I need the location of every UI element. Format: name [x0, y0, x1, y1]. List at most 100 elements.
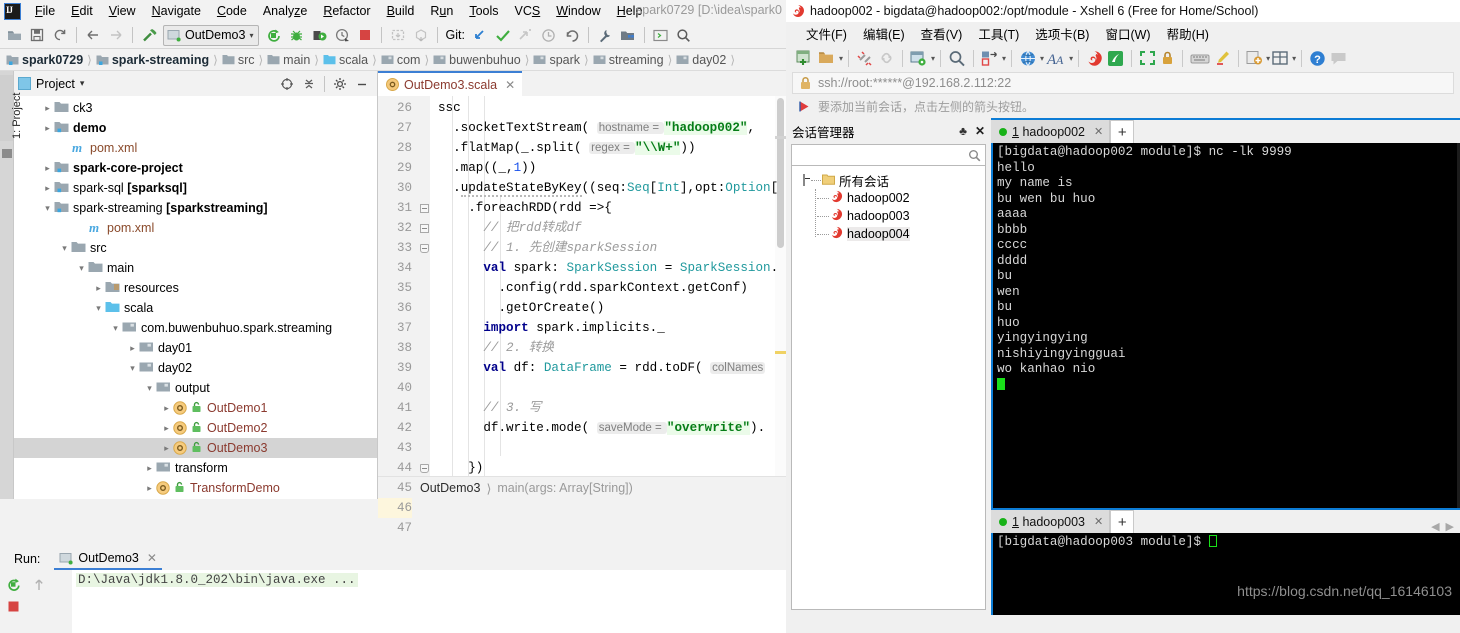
- globe-icon[interactable]: [1017, 46, 1039, 70]
- gutter-line-number[interactable]: 38: [378, 338, 412, 358]
- code-line[interactable]: // 1. 先创建sparkSession: [430, 238, 786, 258]
- tree-row-pom-xml[interactable]: m pom.xml: [14, 138, 377, 158]
- keyboard-icon[interactable]: [1188, 46, 1212, 70]
- tree-row-spark-core-project[interactable]: ▸ spark-core-project: [14, 158, 377, 178]
- code-line[interactable]: }): [430, 458, 786, 476]
- gutter-line-number[interactable]: 42: [378, 418, 412, 438]
- chevron-down-icon[interactable]: ▾: [839, 54, 843, 63]
- xftp-icon[interactable]: [1105, 46, 1126, 70]
- gutter-line-number[interactable]: 45: [378, 478, 412, 498]
- search-icon[interactable]: [673, 24, 695, 46]
- code-line[interactable]: .getOrCreate(): [430, 298, 786, 318]
- tree-row-scala[interactable]: ▾ scala: [14, 298, 377, 318]
- menu-view[interactable]: View: [101, 2, 144, 20]
- wrench-icon[interactable]: [594, 24, 616, 46]
- session-item-hadoop003[interactable]: hadoop003: [798, 207, 985, 225]
- chat-icon[interactable]: [1328, 46, 1349, 70]
- menu-window[interactable]: Window: [548, 2, 608, 20]
- menu-vcs[interactable]: VCS: [507, 2, 549, 20]
- editor-fold-column[interactable]: [418, 96, 430, 476]
- run-icon[interactable]: [262, 24, 284, 46]
- xshell-menu-tabs[interactable]: 选项卡(B): [1027, 22, 1097, 45]
- plus-icon[interactable]: +: [1110, 120, 1135, 143]
- menu-edit[interactable]: Edit: [63, 2, 101, 20]
- commit-icon[interactable]: [410, 24, 432, 46]
- code-line[interactable]: import spark.implicits._: [430, 318, 786, 338]
- chevron-left-icon[interactable]: ◀: [1431, 520, 1439, 533]
- session-search-input[interactable]: [791, 144, 986, 166]
- rerun-icon[interactable]: [0, 573, 26, 595]
- breadcrumb-item-day02[interactable]: day02: [674, 53, 728, 67]
- terminal-output-top[interactable]: [bigdata@hadoop002 module]$ nc -lk 9999 h…: [991, 143, 1460, 508]
- history-clock-icon[interactable]: [538, 24, 560, 46]
- fold-marker-icon[interactable]: [419, 223, 429, 233]
- chevron-down-icon[interactable]: ▾: [92, 303, 105, 314]
- bottom-breadcrumb-method[interactable]: main(args: Array[String]): [497, 481, 632, 495]
- chevron-right-icon[interactable]: ▶: [1446, 520, 1454, 533]
- xshell-menu-tools[interactable]: 工具(T): [970, 22, 1027, 45]
- profile-clock-icon[interactable]: [331, 24, 353, 46]
- tree-row-main[interactable]: ▾ main: [14, 258, 377, 278]
- scroll-from-source-icon[interactable]: [276, 73, 298, 95]
- tree-row-outdemo1[interactable]: ▸ OutDemo1: [14, 398, 377, 418]
- highlight-pen-icon[interactable]: [1212, 46, 1233, 70]
- close-icon[interactable]: ✕: [975, 124, 985, 138]
- gutter-line-number[interactable]: 26: [378, 98, 412, 118]
- xshell-menu-edit[interactable]: 编辑(E): [855, 22, 913, 45]
- xshell-menu-file[interactable]: 文件(F): [798, 22, 855, 45]
- chevron-right-icon[interactable]: ▸: [143, 483, 156, 494]
- structure-tool-icon[interactable]: [2, 149, 12, 158]
- code-line[interactable]: ssc: [430, 98, 786, 118]
- new-tab-icon[interactable]: [1244, 46, 1265, 70]
- chevron-right-icon[interactable]: ▸: [160, 443, 173, 454]
- tree-row-resources[interactable]: ▸ resources: [14, 278, 377, 298]
- close-icon[interactable]: ✕: [1094, 515, 1103, 528]
- gutter-line-number[interactable]: 35: [378, 278, 412, 298]
- xshell-address-bar[interactable]: ssh://root:******@192.168.2.112:22: [792, 72, 1454, 94]
- menu-file[interactable]: File: [27, 2, 63, 20]
- hammer-icon[interactable]: [138, 24, 160, 46]
- stop-square-icon[interactable]: [354, 24, 376, 46]
- gear-icon[interactable]: [329, 73, 351, 95]
- chevron-right-icon[interactable]: ▸: [41, 183, 54, 194]
- link-icon[interactable]: [876, 46, 897, 70]
- gutter-line-number[interactable]: 29: [378, 158, 412, 178]
- code-line[interactable]: [430, 378, 786, 398]
- tree-row-outdemo2[interactable]: ▸ OutDemo2: [14, 418, 377, 438]
- tree-row-spark-streaming-sparkstreaming-[interactable]: ▾ spark-streaming [sparkstreaming]: [14, 198, 377, 218]
- chevron-down-icon[interactable]: ▾: [143, 383, 156, 394]
- breadcrumb-item-buwenbuhuo[interactable]: buwenbuhuo: [431, 53, 523, 67]
- gutter-line-number[interactable]: 34: [378, 258, 412, 278]
- arrow-up-icon[interactable]: [26, 573, 52, 595]
- run-console[interactable]: D:\Java\jdk1.8.0_202\bin\java.exe ...: [72, 570, 786, 633]
- gutter-line-number[interactable]: 44: [378, 458, 412, 478]
- project-tree[interactable]: ▸ ck3 ▸ demo m pom.xml ▸ spark-core-project ▸ spa…: [14, 96, 377, 499]
- debug-bug-icon[interactable]: [285, 24, 307, 46]
- code-line[interactable]: .foreachRDD(rdd =>{: [430, 198, 786, 218]
- pin-icon[interactable]: ♣: [959, 124, 967, 138]
- minimize-icon[interactable]: [351, 73, 373, 95]
- close-icon[interactable]: ✕: [505, 78, 515, 92]
- fold-marker-icon[interactable]: [419, 203, 429, 213]
- run-configuration-selector[interactable]: OutDemo3 ▾: [163, 24, 260, 46]
- breadcrumb-item-src[interactable]: src: [220, 53, 257, 67]
- code-line[interactable]: df.write.mode( saveMode = "overwrite").: [430, 418, 786, 438]
- code-editor[interactable]: ssc .socketTextStream( hostname = "hadoo…: [430, 96, 786, 476]
- chevron-right-icon[interactable]: ▸: [41, 103, 54, 114]
- code-line[interactable]: [430, 438, 786, 458]
- run-tab-outdemo3[interactable]: OutDemo3 ✕: [54, 548, 162, 570]
- save-icon[interactable]: [26, 24, 48, 46]
- sidebar-tab-project[interactable]: 1: Project: [0, 75, 23, 141]
- arrow-right-icon[interactable]: [105, 24, 127, 46]
- breadcrumb-item-com[interactable]: com: [379, 53, 423, 67]
- stop-square-icon[interactable]: [0, 595, 26, 617]
- chevron-down-icon[interactable]: ▾: [126, 363, 139, 374]
- gutter-line-number[interactable]: 30: [378, 178, 412, 198]
- menu-code[interactable]: Code: [209, 2, 255, 20]
- session-properties-icon[interactable]: [908, 46, 930, 70]
- collapse-box-icon[interactable]: [803, 174, 805, 186]
- breadcrumb-item-main[interactable]: main: [265, 53, 312, 67]
- chevron-down-icon[interactable]: ▾: [58, 243, 71, 254]
- tree-row-outdemo3[interactable]: ▸ OutDemo3: [14, 438, 377, 458]
- terminal-tab-hadoop002[interactable]: 1 hadoop002 ✕: [991, 120, 1111, 143]
